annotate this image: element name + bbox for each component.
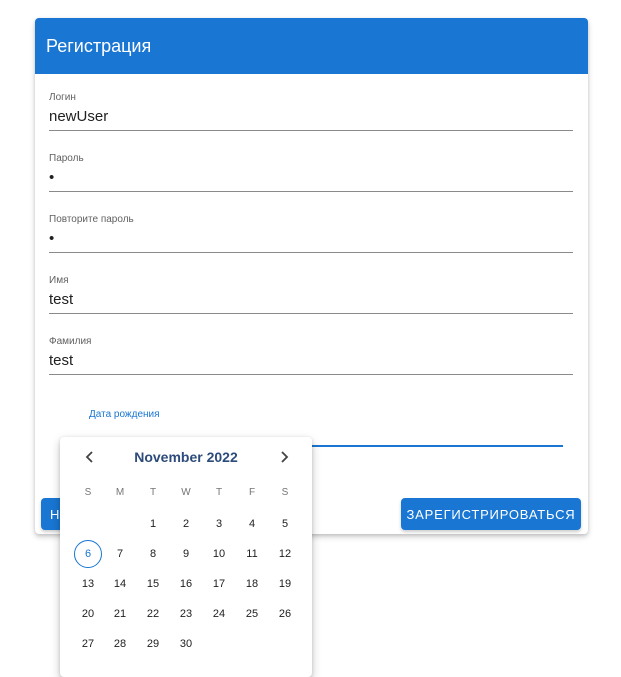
day-cell[interactable]: 14 xyxy=(106,570,134,598)
weekday-header: M xyxy=(115,487,125,498)
day-cell[interactable]: 8 xyxy=(139,540,167,568)
date-picker-popup: November 2022 SMTWTFS 1 2 3 4 5 6 7 8 9 10 11 12 13 1… xyxy=(60,437,312,677)
day-cell[interactable]: 11 xyxy=(238,540,266,568)
day-cell[interactable]: 16 xyxy=(172,570,200,598)
toolbar: Регистрация xyxy=(35,18,588,74)
day-cell[interactable]: 18 xyxy=(238,570,266,598)
day-cell[interactable]: 30 xyxy=(172,630,200,658)
day-cell[interactable]: 5 xyxy=(271,510,299,538)
first-name-label: Имя xyxy=(49,275,69,286)
day-cell[interactable]: 25 xyxy=(238,600,266,628)
day-cell[interactable]: 23 xyxy=(172,600,200,628)
last-name-field[interactable]: Фамилия test xyxy=(49,336,573,375)
password-input[interactable]: • xyxy=(49,169,573,187)
chevron-right-icon xyxy=(281,451,289,463)
weekday-header: W xyxy=(181,487,191,498)
login-underline xyxy=(49,130,573,131)
repeat-password-input[interactable]: • xyxy=(49,230,573,248)
last-name-label: Фамилия xyxy=(49,336,92,347)
first-name-field[interactable]: Имя test xyxy=(49,275,573,314)
day-cell[interactable]: 22 xyxy=(139,600,167,628)
repeat-password-label: Повторите пароль xyxy=(49,214,134,225)
day-cell[interactable]: 3 xyxy=(205,510,233,538)
day-cell[interactable]: 12 xyxy=(271,540,299,568)
weekday-header: S xyxy=(84,487,92,498)
weekday-header: S xyxy=(281,487,289,498)
day-cell[interactable]: 21 xyxy=(106,600,134,628)
login-field[interactable]: Логин newUser xyxy=(49,92,573,131)
back-button-label: Н xyxy=(50,506,61,522)
page-title: Регистрация xyxy=(46,35,152,56)
day-cell[interactable]: 19 xyxy=(271,570,299,598)
first-name-input[interactable]: test xyxy=(49,291,573,309)
day-cell[interactable]: 26 xyxy=(271,600,299,628)
day-cell-today[interactable]: 6 xyxy=(74,540,102,568)
repeat-password-field[interactable]: Повторите пароль • xyxy=(49,214,573,253)
day-cell[interactable]: 29 xyxy=(139,630,167,658)
day-cell[interactable]: 27 xyxy=(74,630,102,658)
login-input[interactable]: newUser xyxy=(49,108,573,126)
day-cell[interactable]: 10 xyxy=(205,540,233,568)
register-button-label: ЗАРЕГИСТРИРОВАТЬСЯ xyxy=(406,506,576,522)
last-name-input[interactable]: test xyxy=(49,352,573,370)
last-name-underline xyxy=(49,374,573,375)
next-month-button[interactable] xyxy=(274,448,294,466)
day-cell[interactable]: 7 xyxy=(106,540,134,568)
day-cell[interactable]: 2 xyxy=(172,510,200,538)
password-field[interactable]: Пароль • xyxy=(49,153,573,192)
day-cell[interactable]: 20 xyxy=(74,600,102,628)
weekday-header: T xyxy=(149,487,157,498)
register-button[interactable]: ЗАРЕГИСТРИРОВАТЬСЯ xyxy=(401,498,581,530)
day-cell[interactable]: 28 xyxy=(106,630,134,658)
day-cell[interactable]: 17 xyxy=(205,570,233,598)
day-cell[interactable]: 9 xyxy=(172,540,200,568)
birth-date-label: Дата рождения xyxy=(89,409,160,420)
weekday-header: F xyxy=(248,487,256,498)
day-cell[interactable]: 1 xyxy=(139,510,167,538)
password-label: Пароль xyxy=(49,153,84,164)
day-cell[interactable]: 4 xyxy=(238,510,266,538)
day-cell[interactable]: 15 xyxy=(139,570,167,598)
day-cell[interactable]: 24 xyxy=(205,600,233,628)
login-label: Логин xyxy=(49,92,76,103)
repeat-password-underline xyxy=(49,252,573,253)
day-cell[interactable]: 13 xyxy=(74,570,102,598)
weekday-header: T xyxy=(215,487,223,498)
password-underline xyxy=(49,191,573,192)
first-name-underline xyxy=(49,313,573,314)
